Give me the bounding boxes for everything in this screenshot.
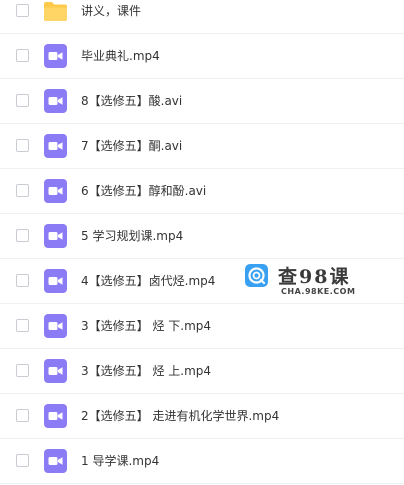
video-icon xyxy=(44,134,67,158)
row-checkbox[interactable] xyxy=(16,4,29,17)
file-name[interactable]: 2【选修五】 走进有机化学世界.mp4 xyxy=(81,409,279,423)
row-checkbox[interactable] xyxy=(16,274,29,287)
watermark-logo-icon xyxy=(245,264,268,287)
file-name[interactable]: 8【选修五】酸.avi xyxy=(81,94,182,108)
file-row-3[interactable]: 7【选修五】酮.avi xyxy=(0,124,404,169)
video-icon xyxy=(44,404,67,428)
file-row-1[interactable]: 毕业典礼.mp4 xyxy=(0,34,404,79)
row-checkbox[interactable] xyxy=(16,184,29,197)
file-row-8[interactable]: 3【选修五】 烃 上.mp4 xyxy=(0,349,404,394)
row-checkbox[interactable] xyxy=(16,454,29,467)
video-icon xyxy=(44,179,67,203)
video-icon xyxy=(44,314,67,338)
file-row-10[interactable]: 1 导学课.mp4 xyxy=(0,439,404,484)
row-checkbox[interactable] xyxy=(16,94,29,107)
file-name[interactable]: 3【选修五】 烃 下.mp4 xyxy=(81,319,211,333)
file-name[interactable]: 7【选修五】酮.avi xyxy=(81,139,182,153)
file-name[interactable]: 1 导学课.mp4 xyxy=(81,454,159,468)
file-row-5[interactable]: 5 学习规划课.mp4 xyxy=(0,214,404,259)
row-checkbox[interactable] xyxy=(16,319,29,332)
row-checkbox[interactable] xyxy=(16,364,29,377)
file-row-0[interactable]: 讲义，课件 xyxy=(0,0,404,34)
video-icon xyxy=(44,224,67,248)
video-icon xyxy=(44,359,67,383)
file-name[interactable]: 毕业典礼.mp4 xyxy=(81,49,160,63)
video-icon xyxy=(44,449,67,473)
watermark-url: CHA.98KE.COM xyxy=(281,287,356,296)
file-name[interactable]: 4【选修五】卤代烃.mp4 xyxy=(81,274,215,288)
file-name[interactable]: 6【选修五】醇和酚.avi xyxy=(81,184,206,198)
file-row-7[interactable]: 3【选修五】 烃 下.mp4 xyxy=(0,304,404,349)
row-checkbox[interactable] xyxy=(16,49,29,62)
file-name[interactable]: 3【选修五】 烃 上.mp4 xyxy=(81,364,211,378)
video-icon xyxy=(44,269,67,293)
row-checkbox[interactable] xyxy=(16,139,29,152)
video-icon xyxy=(44,89,67,113)
row-checkbox[interactable] xyxy=(16,229,29,242)
file-name[interactable]: 讲义，课件 xyxy=(81,4,141,18)
file-row-4[interactable]: 6【选修五】醇和酚.avi xyxy=(0,169,404,214)
video-icon xyxy=(44,44,67,68)
file-row-2[interactable]: 8【选修五】酸.avi xyxy=(0,79,404,124)
watermark: 查98课 CHA.98KE.COM xyxy=(245,262,355,302)
watermark-title: 查98课 xyxy=(278,266,351,288)
row-checkbox[interactable] xyxy=(16,409,29,422)
folder-icon xyxy=(44,2,67,21)
file-row-9[interactable]: 2【选修五】 走进有机化学世界.mp4 xyxy=(0,394,404,439)
file-name[interactable]: 5 学习规划课.mp4 xyxy=(81,229,183,243)
